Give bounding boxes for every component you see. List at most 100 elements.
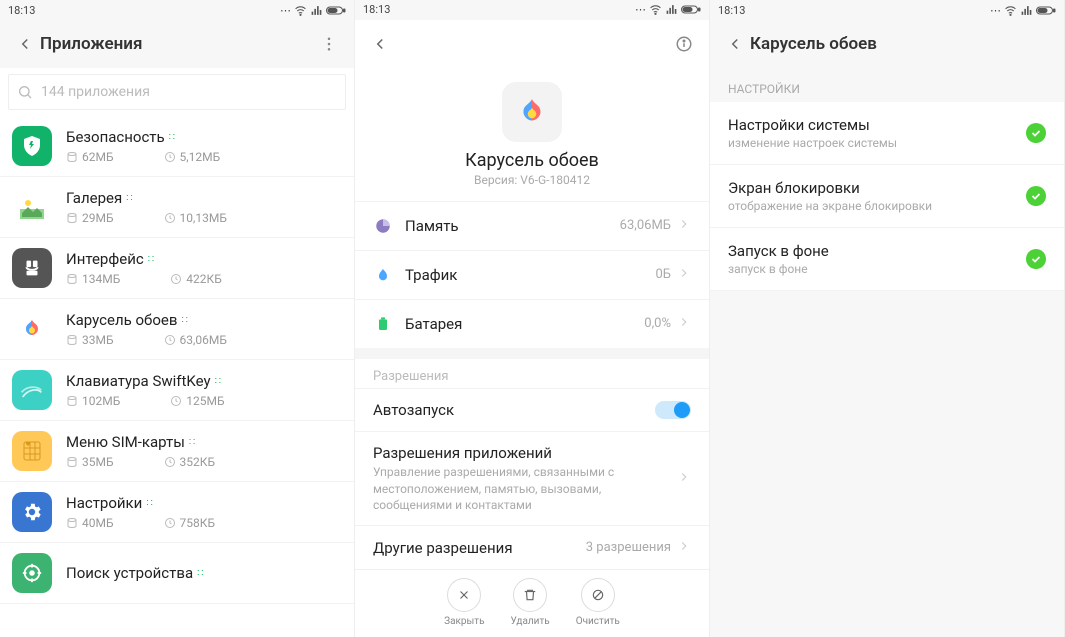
close-button[interactable]: Закрыть xyxy=(444,578,484,627)
app-name: Настройки xyxy=(66,494,142,512)
traffic-row[interactable]: Трафик 0Б xyxy=(355,250,709,299)
app-row[interactable]: Поиск устройства ∷ xyxy=(0,543,354,604)
search-box[interactable] xyxy=(8,74,346,110)
app-row[interactable]: Безопасность ∷ 62МБ 5,12МБ xyxy=(0,116,354,177)
app-row[interactable]: Меню SIM-карты ∷ 35МБ 352КБ xyxy=(0,421,354,482)
status-icons: ⋯ xyxy=(990,4,1056,17)
check-icon xyxy=(1026,249,1046,269)
clear-button[interactable]: Очистить xyxy=(576,578,620,627)
chevron-right-icon xyxy=(677,314,691,333)
running-indicator-icon: ∷ xyxy=(181,315,187,326)
app-icon xyxy=(12,309,52,349)
storage-size: 29МБ xyxy=(66,211,114,225)
running-indicator-icon: ∷ xyxy=(197,568,203,579)
app-icon xyxy=(12,492,52,532)
chevron-right-icon xyxy=(677,216,691,235)
close-icon xyxy=(447,578,481,612)
permission-title: Экран блокировки xyxy=(728,179,1026,197)
search-input[interactable] xyxy=(41,84,337,100)
battery-row[interactable]: Батарея 0,0% xyxy=(355,299,709,348)
app-permissions-row[interactable]: Разрешения приложений Управление разреше… xyxy=(355,431,709,525)
app-name: Клавиатура SwiftKey xyxy=(66,372,211,390)
app-icon xyxy=(12,370,52,410)
storage-size: 134МБ xyxy=(66,272,120,286)
app-name: Безопасность xyxy=(66,128,165,146)
back-button[interactable] xyxy=(720,35,750,53)
running-indicator-icon: ∷ xyxy=(148,254,154,265)
app-icon xyxy=(12,553,52,593)
back-button[interactable] xyxy=(365,35,395,53)
app-name: Поиск устройства xyxy=(66,564,193,582)
permission-title: Настройки системы xyxy=(728,116,1026,134)
status-icons: ⋯ xyxy=(635,3,701,16)
app-name: Карусель обоев xyxy=(355,150,709,171)
header xyxy=(355,20,709,68)
bottom-actions: Закрыть Удалить Очистить xyxy=(355,569,709,637)
memory-row[interactable]: Память 63,06МБ xyxy=(355,201,709,250)
storage-size: 40МБ xyxy=(66,516,114,530)
data-size: 422КБ xyxy=(170,272,222,286)
app-row[interactable]: Настройки ∷ 40МБ 758КБ xyxy=(0,482,354,543)
battery-icon xyxy=(373,314,393,334)
page-title: Приложения xyxy=(40,34,314,54)
permissions-header: Разрешения xyxy=(355,359,709,388)
app-icon xyxy=(12,248,52,288)
app-icon xyxy=(12,431,52,471)
permission-title: Запуск в фоне xyxy=(728,242,1026,260)
storage-size: 102МБ xyxy=(66,394,120,408)
section-header: НАСТРОЙКИ xyxy=(710,68,1064,102)
running-indicator-icon: ∷ xyxy=(169,132,175,143)
data-size: 10,13МБ xyxy=(164,211,227,225)
storage-size: 62МБ xyxy=(66,150,114,164)
info-icon[interactable] xyxy=(669,35,699,53)
app-icon xyxy=(12,187,52,227)
status-bar: 18:13 ⋯ xyxy=(355,0,709,20)
permission-list: Настройки системы изменение настроек сис… xyxy=(710,102,1064,291)
delete-button[interactable]: Удалить xyxy=(511,578,550,627)
running-indicator-icon: ∷ xyxy=(215,376,221,387)
data-size: 352КБ xyxy=(164,455,216,469)
permission-row[interactable]: Запуск в фоне запуск в фоне xyxy=(710,228,1064,291)
app-row[interactable]: Галерея ∷ 29МБ 10,13МБ xyxy=(0,177,354,238)
status-icons: ⋯ xyxy=(280,4,346,17)
storage-size: 35МБ xyxy=(66,455,114,469)
app-name: Меню SIM-карты xyxy=(66,433,185,451)
app-row[interactable]: Клавиатура SwiftKey ∷ 102МБ 125МБ xyxy=(0,360,354,421)
back-button[interactable] xyxy=(10,35,40,53)
chevron-right-icon xyxy=(677,265,691,284)
more-icon[interactable] xyxy=(314,35,344,53)
traffic-icon xyxy=(373,265,393,285)
data-size: 758КБ xyxy=(164,516,216,530)
app-name: Интерфейс xyxy=(66,250,144,268)
chevron-right-icon xyxy=(677,469,691,488)
running-indicator-icon: ∷ xyxy=(146,498,152,509)
app-icon xyxy=(502,82,562,142)
apps-list-pane: 18:13 ⋯ Приложения Безопасность ∷ 62МБ xyxy=(0,0,355,637)
app-icon xyxy=(12,126,52,166)
running-indicator-icon: ∷ xyxy=(189,437,195,448)
permissions-pane: 18:13 ⋯ Карусель обоев НАСТРОЙКИ Настрой… xyxy=(710,0,1065,637)
check-icon xyxy=(1026,186,1046,206)
other-permissions-row[interactable]: Другие разрешения 3 разрешения xyxy=(355,525,709,569)
app-list: Безопасность ∷ 62МБ 5,12МБ Галерея ∷ 29М… xyxy=(0,116,354,637)
permission-row[interactable]: Экран блокировки отображение на экране б… xyxy=(710,165,1064,228)
header: Карусель обоев xyxy=(710,20,1064,68)
data-size: 5,12МБ xyxy=(164,150,221,164)
app-version: Версия: V6-G-180412 xyxy=(355,173,709,187)
search-icon xyxy=(17,84,33,100)
app-name: Галерея xyxy=(66,189,122,207)
autostart-toggle[interactable] xyxy=(655,401,691,419)
status-bar: 18:13 ⋯ xyxy=(710,0,1064,20)
forbid-icon xyxy=(581,578,615,612)
check-icon xyxy=(1026,123,1046,143)
permission-row[interactable]: Настройки системы изменение настроек сис… xyxy=(710,102,1064,165)
memory-icon xyxy=(373,216,393,236)
app-row[interactable]: Интерфейс ∷ 134МБ 422КБ xyxy=(0,238,354,299)
data-size: 63,06МБ xyxy=(164,333,227,347)
data-size: 125МБ xyxy=(170,394,224,408)
status-time: 18:13 xyxy=(8,4,35,17)
autostart-row[interactable]: Автозапуск xyxy=(355,388,709,431)
permission-subtitle: отображение на экране блокировки xyxy=(728,199,1026,213)
app-row[interactable]: Карусель обоев ∷ 33МБ 63,06МБ xyxy=(0,299,354,360)
app-name: Карусель обоев xyxy=(66,311,177,329)
